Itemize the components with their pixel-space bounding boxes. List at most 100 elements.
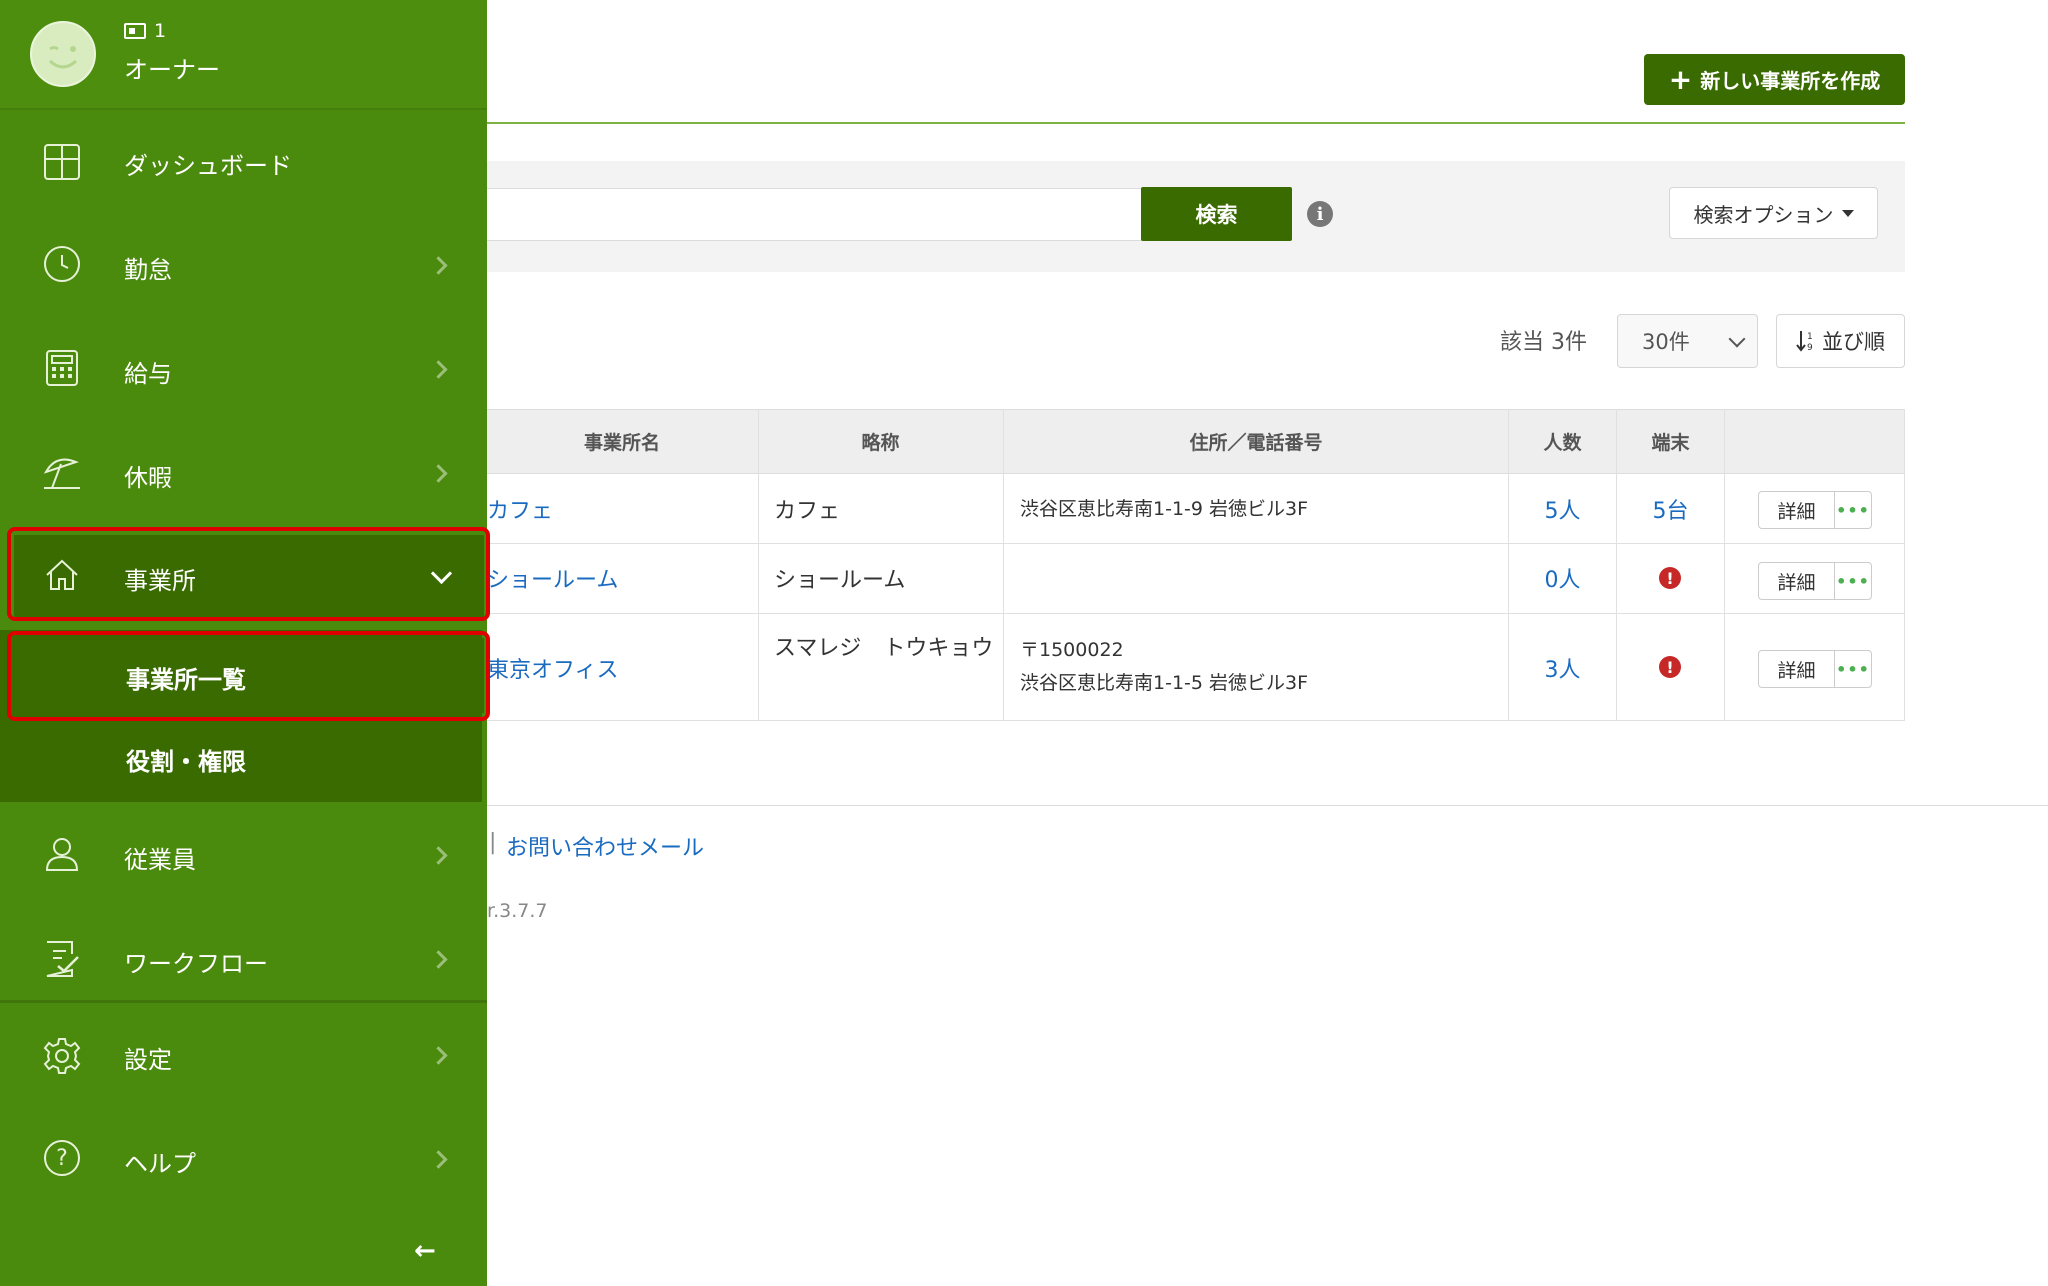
detail-button[interactable]: 詳細 bbox=[1759, 492, 1835, 528]
help-icon: ? bbox=[44, 1140, 80, 1176]
column-header-name[interactable]: 事業所名 bbox=[487, 409, 757, 474]
sidebar-item-settings[interactable]: 設定 bbox=[0, 1004, 487, 1108]
office-address: 渋谷区恵比寿南1-1-5 岩徳ビル3F bbox=[1020, 672, 1309, 694]
column-header-address[interactable]: 住所／電話番号 bbox=[1004, 409, 1508, 474]
column-header-people[interactable]: 人数 bbox=[1509, 409, 1616, 474]
column-header-devices[interactable]: 端末 bbox=[1617, 409, 1724, 474]
sidebar-item-help[interactable]: ? ヘルプ bbox=[0, 1108, 487, 1212]
chevron-right-icon bbox=[429, 846, 448, 865]
info-icon[interactable]: i bbox=[1307, 201, 1333, 227]
sidebar-item-label: 給与 bbox=[124, 360, 172, 388]
sort-button[interactable]: 1 9 並び順 bbox=[1776, 314, 1905, 368]
calculator-icon bbox=[46, 350, 78, 386]
sidebar-item-dashboard[interactable]: ダッシュボード bbox=[0, 110, 487, 214]
search-options-label: 検索オプション bbox=[1693, 202, 1834, 227]
page-size-value: 30件 bbox=[1642, 330, 1690, 354]
sidebar-item-label: 設定 bbox=[124, 1046, 172, 1074]
collapse-sidebar-icon[interactable]: ← bbox=[414, 1236, 436, 1266]
office-name-link[interactable]: ショールーム bbox=[487, 560, 618, 596]
gear-icon bbox=[43, 1038, 81, 1074]
sort-icon: 1 9 bbox=[1796, 331, 1813, 353]
user-icon bbox=[45, 838, 79, 871]
office-postal-code: 〒1500022 bbox=[1020, 639, 1124, 661]
chevron-right-icon bbox=[429, 360, 448, 379]
chevron-right-icon bbox=[429, 950, 448, 969]
people-count-link[interactable]: 5人 bbox=[1509, 491, 1616, 527]
row-actions: 詳細 ••• bbox=[1758, 650, 1872, 688]
sort-label: 並び順 bbox=[1822, 330, 1885, 354]
caret-down-icon bbox=[1841, 209, 1854, 217]
contact-mail-link[interactable]: お問い合わせメール bbox=[506, 830, 704, 862]
sidebar-item-label: 勤怠 bbox=[124, 256, 172, 284]
chevron-right-icon bbox=[429, 1150, 448, 1169]
column-divider bbox=[1003, 409, 1004, 721]
user-id: 1 bbox=[124, 20, 166, 42]
checklist-icon bbox=[46, 941, 79, 977]
sidebar-item-label: ダッシュボード bbox=[124, 152, 292, 180]
search-button[interactable]: 検索 bbox=[1141, 187, 1292, 241]
create-office-label: 新しい事業所を作成 bbox=[1700, 69, 1881, 93]
row-divider bbox=[487, 720, 1905, 721]
sidebar-item-label: ヘルプ bbox=[124, 1150, 196, 1178]
more-options-icon[interactable]: ••• bbox=[1835, 563, 1871, 599]
header-divider bbox=[487, 122, 1905, 124]
alert-icon: ! bbox=[1659, 567, 1681, 589]
user-id-value: 1 bbox=[154, 20, 167, 42]
sidebar-item-workflow[interactable]: ワークフロー bbox=[0, 906, 487, 1010]
svg-text:1: 1 bbox=[1807, 332, 1813, 342]
highlight-office-list bbox=[7, 631, 490, 721]
beach-umbrella-icon bbox=[43, 458, 80, 489]
page-size-select[interactable]: 30件 bbox=[1617, 314, 1758, 368]
chevron-right-icon bbox=[429, 464, 448, 483]
highlight-office-menu bbox=[7, 527, 490, 621]
office-abbr: スマレジ トウキョウ bbox=[774, 636, 994, 661]
result-count: 該当 3件 bbox=[1500, 330, 1587, 355]
more-options-icon[interactable]: ••• bbox=[1835, 492, 1871, 528]
office-name-link[interactable]: 東京オフィス bbox=[487, 650, 619, 686]
search-options-button[interactable]: 検索オプション bbox=[1669, 187, 1878, 239]
more-options-icon[interactable]: ••• bbox=[1835, 651, 1871, 687]
footer-divider bbox=[487, 805, 2048, 806]
column-divider bbox=[1904, 409, 1905, 721]
column-header-abbr[interactable]: 略称 bbox=[758, 409, 1003, 474]
chevron-right-icon bbox=[429, 256, 448, 275]
detail-button[interactable]: 詳細 bbox=[1759, 651, 1835, 687]
dashboard-icon bbox=[44, 144, 80, 180]
row-divider bbox=[487, 613, 1905, 614]
office-abbr: カフェ bbox=[774, 499, 841, 524]
sidebar-item-label: ワークフロー bbox=[124, 950, 268, 978]
avatar bbox=[30, 21, 96, 87]
office-abbr: ショールーム bbox=[774, 568, 906, 593]
create-office-button[interactable]: + 新しい事業所を作成 bbox=[1644, 54, 1905, 105]
column-divider bbox=[1724, 409, 1725, 721]
sidebar-item-attendance[interactable]: 勤怠 bbox=[0, 214, 487, 318]
detail-button[interactable]: 詳細 bbox=[1759, 563, 1835, 599]
user-role: オーナー bbox=[124, 56, 220, 84]
sidebar-item-label: 休暇 bbox=[124, 464, 172, 492]
people-count-link[interactable]: 0人 bbox=[1509, 560, 1616, 596]
sidebar-item-vacation[interactable]: 休暇 bbox=[0, 422, 487, 526]
chevron-down-icon bbox=[1728, 330, 1746, 348]
sidebar-item-employees[interactable]: 従業員 bbox=[0, 802, 487, 906]
sidebar-item-label: 従業員 bbox=[124, 846, 196, 874]
footer-separator: | bbox=[489, 830, 497, 855]
id-card-icon bbox=[124, 23, 146, 39]
chevron-right-icon bbox=[429, 1046, 448, 1065]
user-block[interactable]: 1 オーナー bbox=[0, 0, 487, 108]
plus-icon: + bbox=[1668, 62, 1693, 96]
search-input[interactable] bbox=[487, 188, 1142, 241]
people-count-link[interactable]: 3人 bbox=[1509, 650, 1616, 686]
row-actions: 詳細 ••• bbox=[1758, 491, 1872, 529]
sidebar-divider bbox=[0, 1000, 487, 1003]
office-address: 渋谷区恵比寿南1-1-9 岩徳ビル3F bbox=[1020, 497, 1309, 520]
column-divider bbox=[1616, 409, 1617, 721]
device-count-link[interactable]: 5台 bbox=[1617, 491, 1724, 527]
office-name-link[interactable]: カフェ bbox=[487, 491, 553, 527]
version-text: r.3.7.7 bbox=[487, 900, 548, 922]
svg-text:9: 9 bbox=[1807, 343, 1813, 353]
submenu-item-roles[interactable]: 役割・権限 bbox=[126, 742, 246, 777]
alert-icon: ! bbox=[1659, 656, 1681, 678]
sidebar-item-payroll[interactable]: 給与 bbox=[0, 318, 487, 422]
row-divider bbox=[487, 543, 1905, 544]
clock-icon bbox=[44, 246, 80, 282]
